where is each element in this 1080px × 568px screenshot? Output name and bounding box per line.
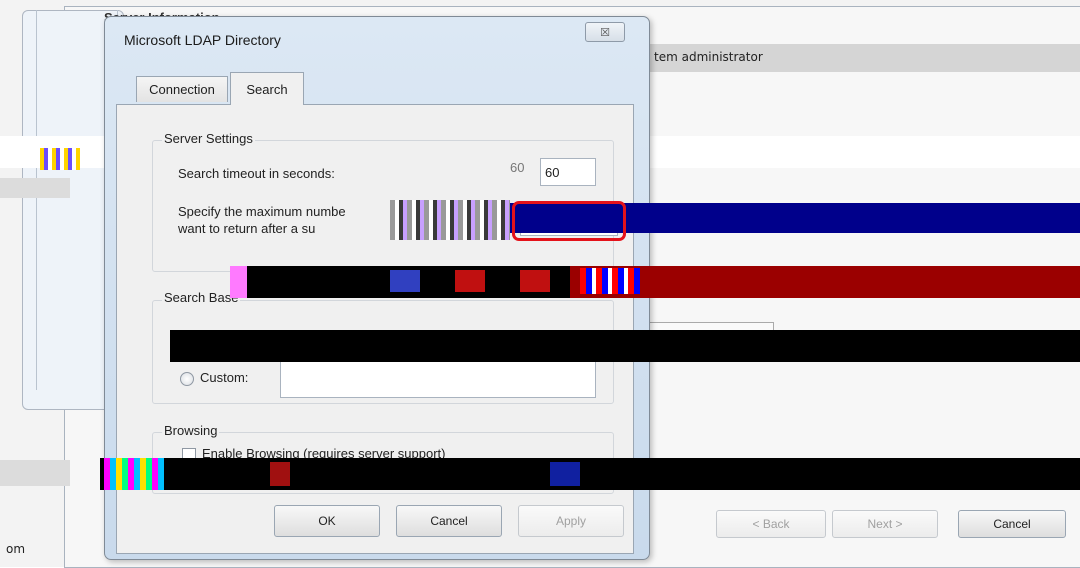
glitch-artifact: [270, 462, 290, 486]
background-strip: [0, 460, 70, 486]
max-results-label: want to return after a su: [178, 221, 316, 236]
apply-button[interactable]: Apply: [518, 505, 624, 537]
back-button[interactable]: < Back: [716, 510, 826, 538]
admin-label: tem administrator: [654, 50, 763, 64]
server-settings-legend: Server Settings: [162, 131, 255, 146]
glitch-artifact: [40, 148, 80, 170]
footer-text: om: [6, 542, 26, 556]
glitch-artifact: [550, 462, 580, 486]
custom-radio[interactable]: [180, 372, 194, 386]
glitch-artifact: [455, 270, 485, 292]
glitch-artifact: [390, 270, 420, 292]
wizard-cancel-button[interactable]: Cancel: [958, 510, 1066, 538]
close-icon[interactable]: ☒: [585, 22, 625, 42]
glitch-band-black: [100, 458, 1080, 490]
next-button[interactable]: Next >: [832, 510, 938, 538]
glitch-artifact: [104, 458, 164, 490]
glitch-artifact: [580, 268, 640, 294]
glitch-band-red: [230, 266, 1080, 298]
custom-label: Custom:: [200, 370, 249, 385]
tab-connection[interactable]: Connection: [136, 76, 228, 102]
timeout-label: Search timeout in seconds:: [178, 166, 335, 181]
glitch-artifact: [520, 270, 550, 292]
glitch-artifact: [390, 200, 510, 240]
search-base-legend: Search Base: [162, 290, 241, 305]
dialog-title: Microsoft LDAP Directory: [124, 32, 281, 48]
timeout-fragment: 60: [510, 160, 525, 175]
highlight-box: [512, 201, 626, 241]
ok-button[interactable]: OK: [274, 505, 380, 537]
custom-base-input[interactable]: [280, 360, 596, 398]
cancel-button[interactable]: Cancel: [396, 505, 502, 537]
browsing-legend: Browsing: [162, 423, 220, 438]
background-strip: [0, 178, 70, 198]
timeout-input[interactable]: 60: [540, 158, 596, 186]
glitch-band-black: [170, 330, 1080, 362]
max-results-label: Specify the maximum numbe: [178, 204, 346, 219]
tab-search[interactable]: Search: [230, 72, 304, 105]
